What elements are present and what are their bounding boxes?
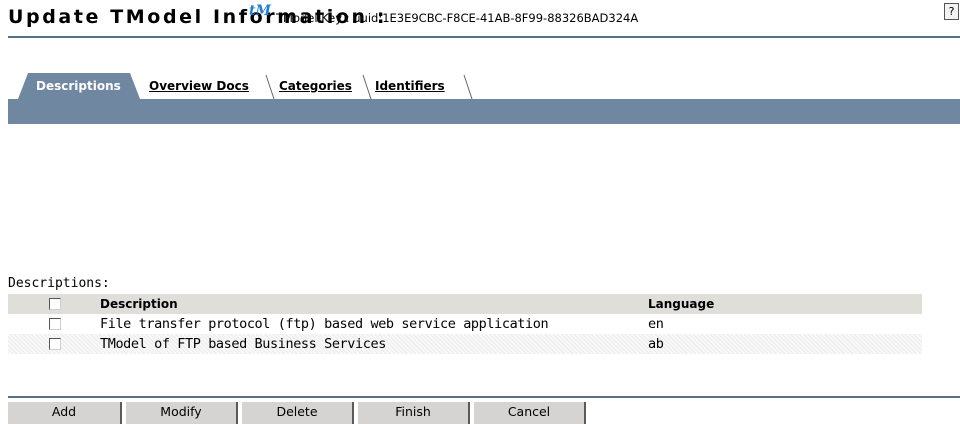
descriptions-table: Description Language File transfer proto… xyxy=(8,294,922,354)
section-label: Descriptions: xyxy=(8,276,110,291)
tab-overview-docs[interactable]: Overview Docs xyxy=(149,73,249,99)
tab-categories[interactable]: Categories xyxy=(279,73,352,99)
column-header-description: Description xyxy=(100,297,178,311)
add-button[interactable]: Add xyxy=(8,402,122,424)
delete-button[interactable]: Delete xyxy=(242,402,354,424)
tab-separator xyxy=(263,73,277,99)
finish-button[interactable]: Finish xyxy=(358,402,470,424)
tab-separator xyxy=(360,73,374,99)
language-cell: en xyxy=(648,316,664,332)
table-row: TModel of FTP based Business Services ab xyxy=(8,334,922,354)
modify-button[interactable]: Modify xyxy=(126,402,238,424)
select-all-checkbox[interactable] xyxy=(49,298,61,310)
row-checkbox[interactable] xyxy=(49,318,61,330)
footer-divider xyxy=(8,396,960,398)
cancel-button[interactable]: Cancel xyxy=(474,402,586,424)
tab-identifiers[interactable]: Identifiers xyxy=(375,73,445,99)
table-header-row: Description Language xyxy=(8,294,922,314)
tab-separator xyxy=(461,73,475,99)
description-cell: File transfer protocol (ftp) based web s… xyxy=(100,316,549,332)
column-header-language: Language xyxy=(648,297,715,311)
tmodel-icon: tM xyxy=(249,3,271,19)
help-icon[interactable]: ? xyxy=(944,3,959,20)
tmodel-key: TModel Key : uuid:1E3E9CBC-F8CE-41AB-8F9… xyxy=(276,11,639,25)
row-checkbox[interactable] xyxy=(49,338,61,350)
title-divider xyxy=(8,36,960,38)
description-cell: TModel of FTP based Business Services xyxy=(100,336,386,352)
tab-descriptions[interactable]: Descriptions xyxy=(18,73,140,99)
tab-content-bar xyxy=(8,99,960,124)
table-row: File transfer protocol (ftp) based web s… xyxy=(8,314,922,334)
language-cell: ab xyxy=(648,336,664,352)
